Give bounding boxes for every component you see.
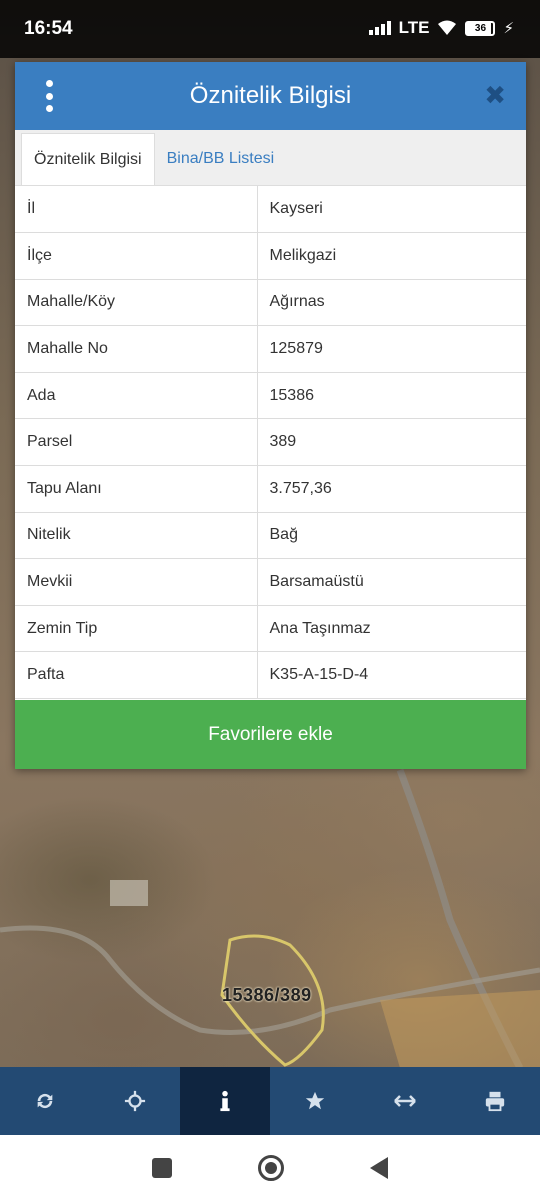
attribute-value: Ana Taşınmaz (257, 605, 526, 653)
recents-button[interactable] (152, 1157, 172, 1178)
attribute-key: Mevkii (15, 558, 258, 606)
attribute-key: Zemin Tip (15, 605, 258, 653)
star-icon (305, 1091, 325, 1110)
table-row: Tapu Alanı 3.757,36 (15, 465, 526, 513)
table-row: Ada 15386 (15, 372, 526, 420)
table-row: Mahalle No 125879 (15, 325, 526, 373)
favorites-button[interactable] (270, 1067, 360, 1135)
print-icon (485, 1091, 505, 1112)
status-icons: LTE 36 ⚡ (368, 18, 514, 38)
attribute-table: İl Kayseri İlçe Melikgazi Mahalle/Köy Ağırnas… (15, 186, 526, 700)
attribute-value: Melikgazi (257, 232, 526, 280)
dialog-title: Öznitelik Bilgisi (189, 82, 352, 109)
bottom-toolbar (0, 1067, 540, 1135)
table-row: Nitelik Bağ (15, 512, 526, 560)
attribute-key: Ada (15, 372, 258, 420)
table-row: Mahalle/Köy Ağırnas (15, 279, 526, 327)
dialog-header: Öznitelik Bilgisi ✖ (15, 62, 526, 130)
status-bar: 16:54 LTE 36 ⚡ (0, 0, 540, 58)
close-icon: ✖ (484, 80, 506, 110)
charging-icon: ⚡ (503, 20, 514, 37)
attribute-key: Parsel (15, 418, 258, 467)
attribute-value: 15386 (257, 372, 526, 420)
info-button[interactable] (180, 1067, 270, 1135)
attribute-value: K35-A-15-D-4 (257, 651, 526, 700)
refresh-icon (37, 1093, 53, 1109)
tab-building-list[interactable]: Bina/BB Listesi (155, 133, 287, 185)
attribute-value: Bağ (257, 512, 526, 560)
attribute-value: 125879 (257, 325, 526, 373)
attribute-value: Kayseri (257, 186, 526, 234)
parcel-label: 15386/389 (222, 985, 312, 1005)
measure-button[interactable] (360, 1067, 450, 1135)
table-row: Mevkii Barsamaüstü (15, 558, 526, 606)
table-row: Pafta K35-A-15-D-4 (15, 651, 526, 700)
attribute-key: Mahalle/Köy (15, 279, 258, 327)
attribute-value: 3.757,36 (257, 465, 526, 513)
table-row: İlçe Melikgazi (15, 232, 526, 280)
battery-level: 36 (474, 22, 487, 34)
print-button[interactable] (450, 1067, 540, 1135)
network-type: LTE (398, 18, 430, 37)
more-menu-button[interactable] (39, 80, 59, 112)
status-time: 16:54 (24, 18, 73, 39)
system-nav-bar (0, 1135, 540, 1200)
attribute-key: Mahalle No (15, 325, 258, 373)
attribute-key: İlçe (15, 232, 258, 280)
locate-button[interactable] (90, 1067, 180, 1135)
attribute-value: Ağırnas (257, 279, 526, 327)
attribute-key: Nitelik (15, 512, 258, 560)
wifi-icon (438, 20, 457, 35)
tab-bar: Öznitelik Bilgisi Bina/BB Listesi (15, 130, 526, 186)
battery-icon: 36 (465, 20, 496, 36)
table-row: İl Kayseri (15, 186, 526, 234)
crosshair-icon (124, 1090, 146, 1112)
menu-dot-icon (45, 92, 53, 100)
refresh-button[interactable] (0, 1067, 90, 1135)
attribute-info-dialog: Öznitelik Bilgisi ✖ Öznitelik Bilgisi Bi… (15, 62, 526, 769)
menu-dot-icon (45, 80, 53, 87)
close-button[interactable]: ✖ (484, 80, 506, 110)
attribute-value: Barsamaüstü (257, 558, 526, 606)
table-row: Zemin Tip Ana Taşınmaz (15, 605, 526, 653)
add-favorite-button[interactable]: Favorilere ekle (15, 700, 526, 769)
attribute-key: Pafta (15, 651, 258, 700)
menu-dot-icon (45, 105, 53, 112)
back-button[interactable] (370, 1156, 388, 1179)
attribute-key: İl (15, 186, 258, 234)
tab-attribute-info[interactable]: Öznitelik Bilgisi (21, 133, 155, 185)
attribute-key: Tapu Alanı (15, 465, 258, 513)
table-row: Parsel 389 (15, 418, 526, 467)
info-icon (220, 1090, 230, 1112)
signal-icon (368, 21, 391, 35)
attribute-value: 389 (257, 418, 526, 467)
home-button[interactable] (258, 1154, 284, 1181)
measure-icon (394, 1095, 416, 1107)
